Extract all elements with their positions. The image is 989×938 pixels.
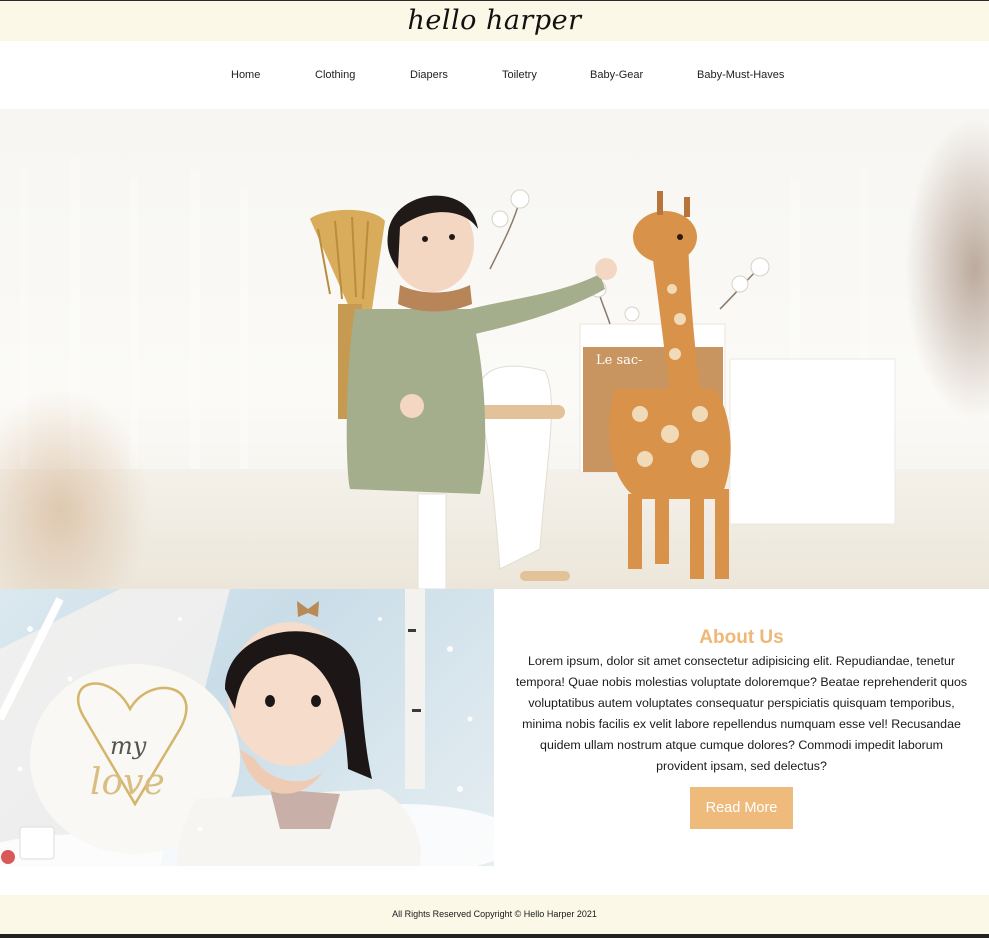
white-box xyxy=(729,358,896,525)
footer-copyright: All Rights Reserved Copyright © Hello Ha… xyxy=(392,909,597,919)
nav-item-clothing[interactable]: Clothing xyxy=(315,62,355,88)
nav-item-baby-must-haves[interactable]: Baby-Must-Haves xyxy=(697,62,784,88)
about-photo: my love xyxy=(0,589,494,866)
about-title: About Us xyxy=(699,627,784,648)
read-more-button[interactable]: Read More xyxy=(690,787,793,829)
pillow-text-my: my xyxy=(110,732,147,760)
about-section: About Us Lorem ipsum, dolor sit amet con… xyxy=(494,589,989,866)
site-footer: All Rights Reserved Copyright © Hello Ha… xyxy=(0,895,989,934)
nav-item-diapers[interactable]: Diapers xyxy=(410,62,448,88)
birch-tree xyxy=(405,589,425,789)
sign-box-text: Le sac- xyxy=(596,353,643,368)
main-nav: Home Clothing Diapers Toiletry Baby-Gear… xyxy=(0,62,989,88)
nav-item-home[interactable]: Home xyxy=(231,62,260,88)
hero-banner: Le sac- xyxy=(0,109,989,589)
cup xyxy=(19,826,55,860)
page: hello harper Home Clothing Diapers Toile… xyxy=(0,0,989,938)
nav-item-baby-gear[interactable]: Baby-Gear xyxy=(590,62,643,88)
bottom-border xyxy=(0,934,989,938)
about-body: Lorem ipsum, dolor sit amet consectetur … xyxy=(515,654,968,773)
blur-right xyxy=(905,119,989,419)
hair-bow xyxy=(297,601,319,617)
pillow-text-love: love xyxy=(90,762,165,803)
hero-photo: Le sac- xyxy=(0,119,989,589)
nav-item-toiletry[interactable]: Toiletry xyxy=(502,62,537,88)
blur-left xyxy=(0,389,150,589)
about-image: my love xyxy=(0,589,494,866)
site-logo[interactable]: hello harper xyxy=(0,1,989,41)
site-header: hello harper xyxy=(0,1,989,41)
